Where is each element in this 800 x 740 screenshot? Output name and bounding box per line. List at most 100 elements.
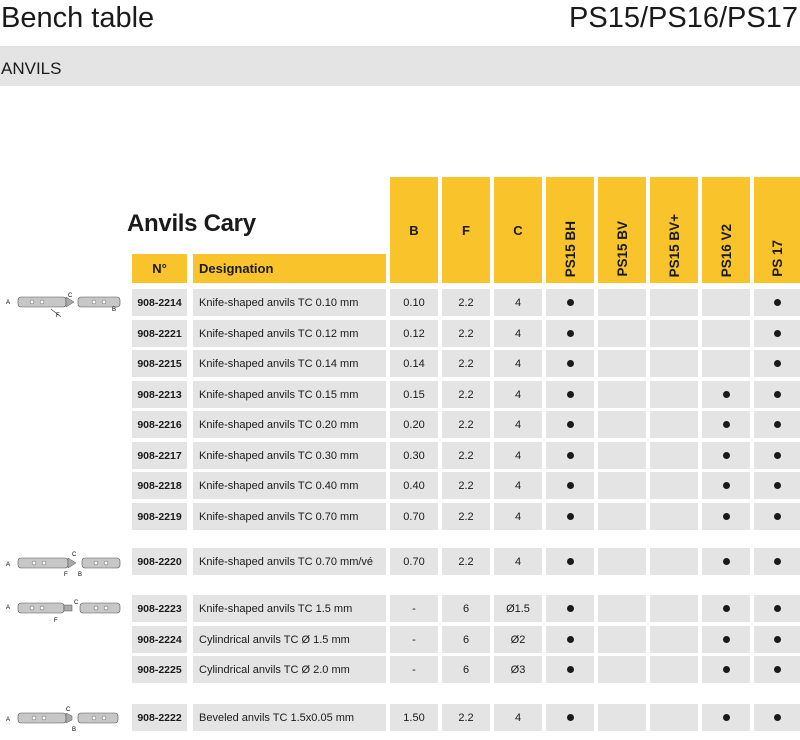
compatible-dot-icon: [722, 482, 730, 489]
compatible-dot-icon: [722, 714, 730, 721]
row-number: 908-2217: [132, 442, 187, 469]
row-f: 2.2: [442, 289, 490, 316]
header-model-ps16v2: PS16 V2: [702, 177, 750, 283]
header-designation: Designation: [193, 254, 386, 283]
row-c: 4: [494, 320, 542, 347]
compat-cell-ps15bvplus: [650, 320, 698, 347]
row-designation: Knife-shaped anvils TC 0.20 mm: [193, 411, 386, 438]
compatible-dot-icon: [722, 513, 730, 520]
compat-cell-ps17: [754, 350, 800, 377]
compat-cell-ps15bh: [546, 442, 594, 469]
row-number: 908-2225: [132, 656, 187, 683]
compat-cell-ps15bv: [598, 548, 646, 575]
compat-cell-ps16v2: [702, 320, 750, 347]
svg-text:C: C: [72, 552, 77, 558]
header-f: F: [442, 177, 490, 283]
row-c: 4: [494, 381, 542, 408]
compat-cell-ps15bvplus: [650, 704, 698, 731]
row-f: 2.2: [442, 503, 490, 530]
row-designation: Knife-shaped anvils TC 0.14 mm: [193, 350, 386, 377]
compat-cell-ps15bvplus: [650, 656, 698, 683]
svg-text:C: C: [66, 707, 71, 713]
row-number: 908-2219: [132, 503, 187, 530]
compat-cell-ps15bv: [598, 381, 646, 408]
compat-cell-ps16v2: [702, 595, 750, 622]
compatible-dot-icon: [566, 299, 574, 306]
row-c: 4: [494, 289, 542, 316]
header-model-ps15bh: PS15 BH: [546, 177, 594, 283]
row-b: 0.70: [390, 503, 438, 530]
row-f: 2.2: [442, 548, 490, 575]
compat-cell-ps15bh: [546, 595, 594, 622]
compat-cell-ps17: [754, 472, 800, 499]
compatible-dot-icon: [773, 299, 781, 306]
compatible-dot-icon: [722, 391, 730, 398]
compat-cell-ps16v2: [702, 442, 750, 469]
row-b: 0.40: [390, 472, 438, 499]
compat-cell-ps15bvplus: [650, 289, 698, 316]
compat-cell-ps15bvplus: [650, 626, 698, 653]
svg-text:F: F: [56, 313, 60, 319]
compatible-dot-icon: [566, 330, 574, 337]
compatible-dot-icon: [566, 558, 574, 565]
row-c: 4: [494, 472, 542, 499]
compat-cell-ps15bvplus: [650, 442, 698, 469]
header-model-ps15bvplus: PS15 BV+: [650, 177, 698, 283]
compat-cell-ps15bv: [598, 704, 646, 731]
compat-cell-ps15bh: [546, 350, 594, 377]
compat-cell-ps15bvplus: [650, 350, 698, 377]
row-designation: Cylindrical anvils TC Ø 1.5 mm: [193, 626, 386, 653]
compat-cell-ps15bh: [546, 704, 594, 731]
svg-text:F: F: [54, 618, 58, 624]
compatible-dot-icon: [566, 666, 574, 673]
row-designation: Knife-shaped anvils TC 0.10 mm: [193, 289, 386, 316]
svg-text:C: C: [68, 293, 73, 299]
compat-cell-ps17: [754, 320, 800, 347]
row-b: 0.20: [390, 411, 438, 438]
compat-cell-ps17: [754, 595, 800, 622]
compat-cell-ps15bv: [598, 289, 646, 316]
compat-cell-ps15bv: [598, 656, 646, 683]
svg-text:B: B: [112, 307, 116, 313]
row-f: 6: [442, 656, 490, 683]
svg-text:A: A: [6, 300, 10, 306]
compatible-dot-icon: [773, 360, 781, 367]
compat-cell-ps15bvplus: [650, 503, 698, 530]
row-number: 908-2224: [132, 626, 187, 653]
compat-cell-ps17: [754, 411, 800, 438]
compatible-dot-icon: [722, 452, 730, 459]
compat-cell-ps15bvplus: [650, 472, 698, 499]
page-models: PS15/PS16/PS17: [569, 2, 798, 34]
compatible-dot-icon: [722, 666, 730, 673]
anvil-diagram-knife: A C F B: [6, 289, 126, 319]
row-designation: Knife-shaped anvils TC 0.30 mm: [193, 442, 386, 469]
row-number: 908-2216: [132, 411, 187, 438]
row-number: 908-2215: [132, 350, 187, 377]
compat-cell-ps16v2: [702, 704, 750, 731]
row-b: 1.50: [390, 704, 438, 731]
row-b: 0.70: [390, 548, 438, 575]
compat-cell-ps16v2: [702, 411, 750, 438]
compatible-dot-icon: [566, 605, 574, 612]
compat-cell-ps15bv: [598, 503, 646, 530]
row-f: 2.2: [442, 320, 490, 347]
compat-cell-ps17: [754, 442, 800, 469]
compat-cell-ps15bh: [546, 626, 594, 653]
row-c: 4: [494, 442, 542, 469]
row-b: 0.14: [390, 350, 438, 377]
compat-cell-ps16v2: [702, 548, 750, 575]
row-number: 908-2223: [132, 595, 187, 622]
row-designation: Cylindrical anvils TC Ø 2.0 mm: [193, 656, 386, 683]
compatible-dot-icon: [722, 421, 730, 428]
row-f: 2.2: [442, 442, 490, 469]
compat-cell-ps16v2: [702, 289, 750, 316]
row-designation: Knife-shaped anvils TC 0.15 mm: [193, 381, 386, 408]
compatible-dot-icon: [773, 605, 781, 612]
compat-cell-ps16v2: [702, 350, 750, 377]
row-f: 2.2: [442, 381, 490, 408]
compatible-dot-icon: [773, 666, 781, 673]
row-f: 6: [442, 626, 490, 653]
row-b: -: [390, 626, 438, 653]
compatible-dot-icon: [773, 330, 781, 337]
compatible-dot-icon: [566, 421, 574, 428]
